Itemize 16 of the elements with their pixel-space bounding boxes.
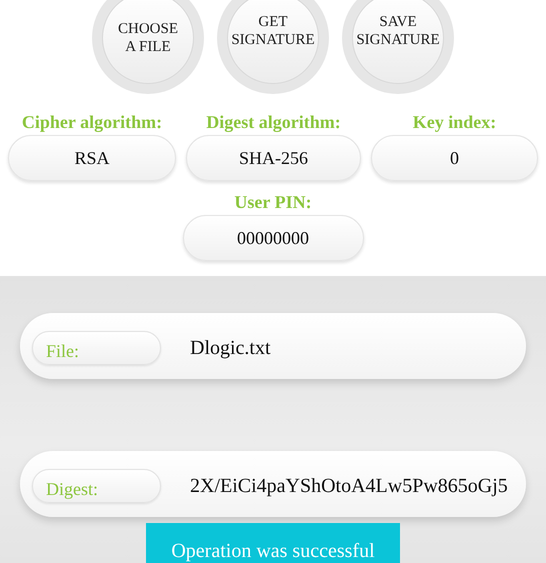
result-label: File:: [32, 331, 161, 365]
result-value: 2X/EiCi4paYShOtoA4Lw5Pw865oGj5: [190, 474, 508, 498]
circle-button[interactable]: CHOOSE A FILE: [102, 0, 194, 84]
field-label: Cipher algorithm:: [22, 111, 162, 134]
input-field[interactable]: RSA: [8, 135, 176, 181]
circle-button[interactable]: SAVE SIGNATURE: [352, 0, 444, 84]
input-field[interactable]: 0: [371, 135, 538, 181]
result-label: Digest:: [32, 469, 161, 503]
field-label: Key index:: [412, 111, 496, 134]
field-label: Digest algorithm:: [206, 111, 341, 134]
result-value: Dlogic.txt: [190, 336, 271, 360]
toast-message: Operation was successful: [146, 523, 400, 563]
field-label: User PIN:: [234, 191, 312, 214]
input-field[interactable]: 00000000: [182, 215, 364, 261]
input-field[interactable]: SHA-256: [186, 135, 361, 181]
circle-button[interactable]: GET SIGNATURE: [227, 0, 319, 84]
